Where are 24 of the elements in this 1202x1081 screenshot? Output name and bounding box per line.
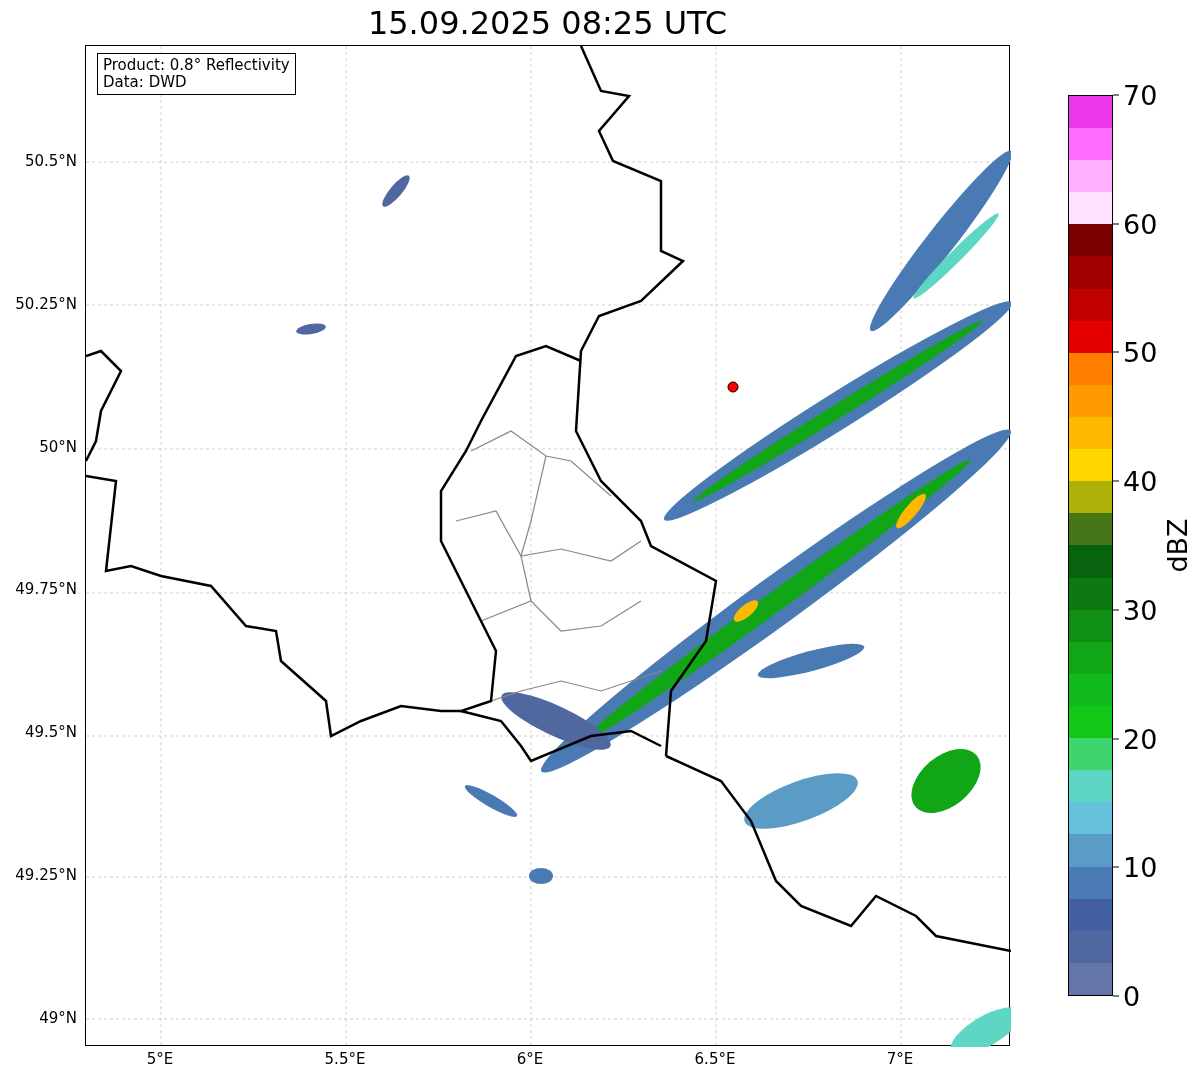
longitude-label: 5°E [146,1052,174,1067]
scale-value: 70 [1123,81,1158,109]
scale-value: 20 [1123,725,1158,753]
latitude-label: 49°N [39,1010,77,1026]
scale-value: 10 [1123,853,1158,881]
chart-title: 15.09.2025 08:25 UTC [367,6,728,39]
legend-text: Data: DWD [103,74,188,91]
scale-value: 40 [1123,467,1158,495]
longitude-label: 6°E [516,1052,544,1067]
longitude-label: 5.5°E [324,1052,366,1067]
scale-unit: dBZ [1163,518,1191,573]
latitude-label: 50.5°N [24,153,77,169]
latitude-label: 50°N [39,439,77,455]
legend-text: Product: 0.8° Reflectivity [103,57,290,74]
longitude-label: 7°E [886,1052,914,1067]
scale-value: 50 [1123,338,1158,366]
scale-value: 60 [1123,210,1158,238]
latitude-label: 49.25°N [15,867,77,883]
scale-value: 0 [1123,982,1141,1010]
latitude-label: 49.5°N [24,724,77,740]
longitude-label: 6.5°E [694,1052,736,1067]
latitude-label: 50.25°N [15,296,77,312]
scale-value: 30 [1123,596,1158,624]
latitude-label: 49.75°N [15,581,77,597]
